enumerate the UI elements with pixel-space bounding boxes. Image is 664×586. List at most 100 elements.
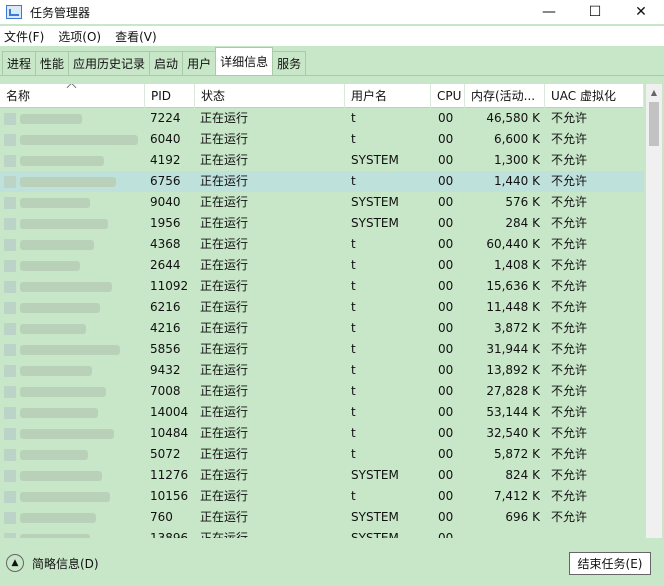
- process-name-cell: [4, 171, 144, 192]
- state-cell: 正在运行: [200, 300, 249, 314]
- table-row[interactable]: 4368 正在运行 t 00 60,440 K 不允许: [0, 234, 644, 255]
- vertical-scrollbar[interactable]: ▲: [646, 84, 662, 538]
- process-name-cell: [4, 297, 144, 318]
- task-manager-icon: [6, 5, 22, 19]
- pid-cell: 4192: [150, 153, 181, 167]
- table-row[interactable]: 4216 正在运行 t 00 3,872 K 不允许: [0, 318, 644, 339]
- cpu-cell: 00: [438, 279, 454, 293]
- menu-view[interactable]: 查看(V): [115, 28, 157, 45]
- redacted-name: [20, 218, 108, 229]
- column-uac[interactable]: UAC 虚拟化: [545, 84, 644, 108]
- tab-performance[interactable]: 性能: [35, 51, 70, 75]
- table-row[interactable]: 760 正在运行 SYSTEM 00 696 K 不允许: [0, 507, 644, 528]
- column-state[interactable]: 状态: [195, 84, 345, 108]
- window-title: 任务管理器: [30, 5, 91, 20]
- table-row[interactable]: 6216 正在运行 t 00 11,448 K 不允许: [0, 297, 644, 318]
- column-pid[interactable]: PID: [145, 84, 195, 108]
- state-cell: 正在运行: [200, 258, 249, 272]
- process-name-cell: [4, 276, 144, 297]
- fewer-details-label: 简略信息(D): [32, 556, 99, 571]
- tab-services[interactable]: 服务: [272, 51, 307, 75]
- state-cell: 正在运行: [200, 363, 249, 377]
- scrollbar-thumb[interactable]: [649, 102, 659, 146]
- memory-cell: 13,892 K: [486, 363, 540, 377]
- username-cell: t: [351, 489, 356, 503]
- cpu-cell: 00: [438, 258, 454, 272]
- tab-users[interactable]: 用户: [182, 51, 217, 75]
- menu-bar: 文件(F) 选项(O) 查看(V): [0, 26, 664, 46]
- table-row[interactable]: 10484 正在运行 t 00 32,540 K 不允许: [0, 423, 644, 444]
- end-task-button[interactable]: 结束任务(E): [569, 552, 651, 575]
- table-row[interactable]: 14004 正在运行 t 00 53,144 K 不允许: [0, 402, 644, 423]
- tab-startup[interactable]: 启动: [149, 51, 184, 75]
- pid-cell: 7008: [150, 384, 181, 398]
- username-cell: SYSTEM: [351, 216, 399, 230]
- process-name-cell: [4, 234, 144, 255]
- uac-cell: 不允许: [551, 153, 588, 167]
- process-name-cell: [4, 108, 144, 129]
- close-button[interactable]: ✕: [618, 0, 664, 24]
- pid-cell: 9432: [150, 363, 181, 377]
- redacted-name: [20, 365, 92, 376]
- column-cpu[interactable]: CPU: [431, 84, 465, 108]
- username-cell: t: [351, 384, 356, 398]
- state-cell: 正在运行: [200, 531, 249, 538]
- menu-options[interactable]: 选项(O): [58, 28, 101, 45]
- state-cell: 正在运行: [200, 321, 249, 335]
- table-row[interactable]: 4192 正在运行 SYSTEM 00 1,300 K 不允许: [0, 150, 644, 171]
- table-row[interactable]: 6040 正在运行 t 00 6,600 K 不允许: [0, 129, 644, 150]
- minimize-button[interactable]: —: [526, 0, 572, 24]
- column-username[interactable]: 用户名: [345, 84, 431, 108]
- process-icon: [4, 154, 16, 167]
- table-row[interactable]: 7224 正在运行 t 00 46,580 K 不允许: [0, 108, 644, 129]
- maximize-button[interactable]: ☐: [572, 0, 618, 24]
- details-grid: 名称 PID 状态 用户名 CPU 内存(活动... UAC 虚拟化 7224 正…: [0, 84, 664, 538]
- uac-cell: 不允许: [551, 279, 588, 293]
- state-cell: 正在运行: [200, 405, 249, 419]
- username-cell: t: [351, 321, 356, 335]
- username-cell: t: [351, 447, 356, 461]
- redacted-name: [20, 155, 104, 166]
- cpu-cell: 00: [438, 321, 454, 335]
- memory-cell: 1,300 K: [493, 153, 540, 167]
- table-row[interactable]: 13896 正在运行 SYSTEM 00: [0, 528, 644, 538]
- fewer-details-button[interactable]: ▲ 简略信息(D): [6, 554, 99, 572]
- table-row[interactable]: 2644 正在运行 t 00 1,408 K 不允许: [0, 255, 644, 276]
- pid-cell: 1956: [150, 216, 181, 230]
- menu-file[interactable]: 文件(F): [4, 28, 44, 45]
- table-row[interactable]: 10156 正在运行 t 00 7,412 K 不允许: [0, 486, 644, 507]
- table-row[interactable]: 1956 正在运行 SYSTEM 00 284 K 不允许: [0, 213, 644, 234]
- username-cell: SYSTEM: [351, 531, 399, 538]
- column-name[interactable]: 名称: [0, 84, 145, 108]
- username-cell: t: [351, 279, 356, 293]
- username-cell: t: [351, 426, 356, 440]
- table-row[interactable]: 6756 正在运行 t 00 1,440 K 不允许: [0, 171, 644, 192]
- table-row[interactable]: 7008 正在运行 t 00 27,828 K 不允许: [0, 381, 644, 402]
- scroll-up-icon[interactable]: ▲: [646, 84, 662, 100]
- uac-cell: 不允许: [551, 237, 588, 251]
- table-row[interactable]: 9432 正在运行 t 00 13,892 K 不允许: [0, 360, 644, 381]
- uac-cell: 不允许: [551, 258, 588, 272]
- tab-processes[interactable]: 进程: [2, 51, 37, 75]
- process-name-cell: [4, 444, 144, 465]
- tab-details[interactable]: 详细信息: [215, 47, 274, 75]
- table-row[interactable]: 11276 正在运行 SYSTEM 00 824 K 不允许: [0, 465, 644, 486]
- process-name-cell: [4, 129, 144, 150]
- process-icon: [4, 406, 16, 419]
- uac-cell: 不允许: [551, 111, 588, 125]
- table-row[interactable]: 5856 正在运行 t 00 31,944 K 不允许: [0, 339, 644, 360]
- state-cell: 正在运行: [200, 279, 249, 293]
- table-row[interactable]: 5072 正在运行 t 00 5,872 K 不允许: [0, 444, 644, 465]
- cpu-cell: 00: [438, 342, 454, 356]
- table-row[interactable]: 9040 正在运行 SYSTEM 00 576 K 不允许: [0, 192, 644, 213]
- tab-app-history[interactable]: 应用历史记录: [68, 51, 151, 75]
- pid-cell: 6216: [150, 300, 181, 314]
- memory-cell: 5,872 K: [493, 447, 540, 461]
- pid-cell: 10484: [150, 426, 189, 440]
- state-cell: 正在运行: [200, 132, 249, 146]
- memory-cell: 53,144 K: [486, 405, 540, 419]
- state-cell: 正在运行: [200, 384, 249, 398]
- cpu-cell: 00: [438, 111, 454, 125]
- column-memory[interactable]: 内存(活动...: [465, 84, 545, 108]
- table-row[interactable]: 11092 正在运行 t 00 15,636 K 不允许: [0, 276, 644, 297]
